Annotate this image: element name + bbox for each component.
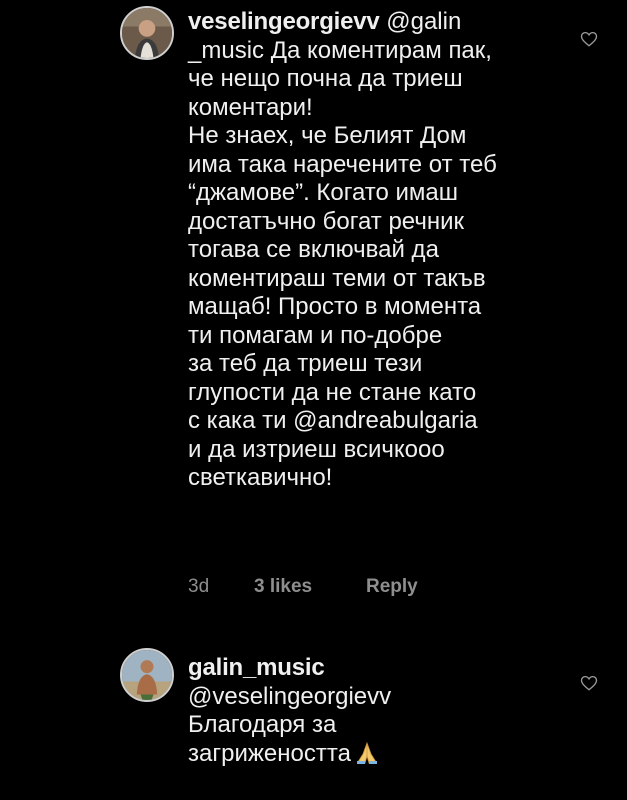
comment-text: veselingeorgievv @galin _music Да комент… (188, 8, 568, 493)
mention-link[interactable]: @veselingeorgievv (188, 683, 568, 712)
comment-line: светкавично! (188, 464, 333, 491)
comment-line: мащаб! Просто в момента (188, 293, 482, 320)
comment-line: @galin (379, 8, 462, 35)
comment-line: загрижеността (188, 739, 351, 767)
comment-line: достатъчно богат речник (188, 207, 465, 235)
comment-line: ти помагам и по-добре (188, 321, 443, 349)
avatar-photo (122, 8, 172, 58)
comment-line: глупости да не стане като (188, 378, 477, 406)
comment-line: тогава се включвай да (188, 236, 439, 263)
comment-line: коментари! (188, 93, 313, 121)
comment-meta: 3d 3 likes Reply (188, 576, 418, 598)
avatar-photo (122, 650, 172, 700)
comment-galin-music: galin_music @veselingeorgievv Благодаря … (0, 640, 627, 800)
like-heart-icon[interactable] (580, 30, 598, 48)
likes-count-button[interactable]: 3 likes (254, 576, 366, 598)
comment-line: Не знаех, че Белият Дом (188, 122, 467, 149)
comment-username[interactable]: galin_music (188, 654, 325, 681)
comment-veselingeorgievv: veselingeorgievv @galin _music Да комент… (0, 0, 627, 610)
comment-text: galin_music @veselingeorgievv Благодаря … (188, 654, 568, 768)
comment-line: за теб да триеш тези (188, 350, 423, 377)
reply-button[interactable]: Reply (366, 576, 418, 598)
comment-line: и да изтриеш всичкооо (188, 435, 445, 463)
folded-hands-icon (355, 741, 379, 764)
comment-line: има така наречените от теб (188, 150, 497, 178)
comment-line: с кака ти @andreabulgaria (188, 407, 478, 434)
comment-line: “джамове”. Когато имаш (188, 179, 459, 206)
avatar[interactable] (120, 6, 174, 60)
like-heart-icon[interactable] (580, 674, 598, 692)
comment-time: 3d (188, 576, 210, 597)
comment-username[interactable]: veselingeorgievv (188, 8, 380, 35)
comment-line: Благодаря за (188, 711, 337, 738)
comment-line: че нещо почна да триеш (188, 65, 463, 92)
comment-line: коментираш теми от такъв (188, 264, 486, 292)
avatar[interactable] (120, 648, 174, 702)
comment-line: _music Да коментирам пак, (188, 36, 492, 64)
